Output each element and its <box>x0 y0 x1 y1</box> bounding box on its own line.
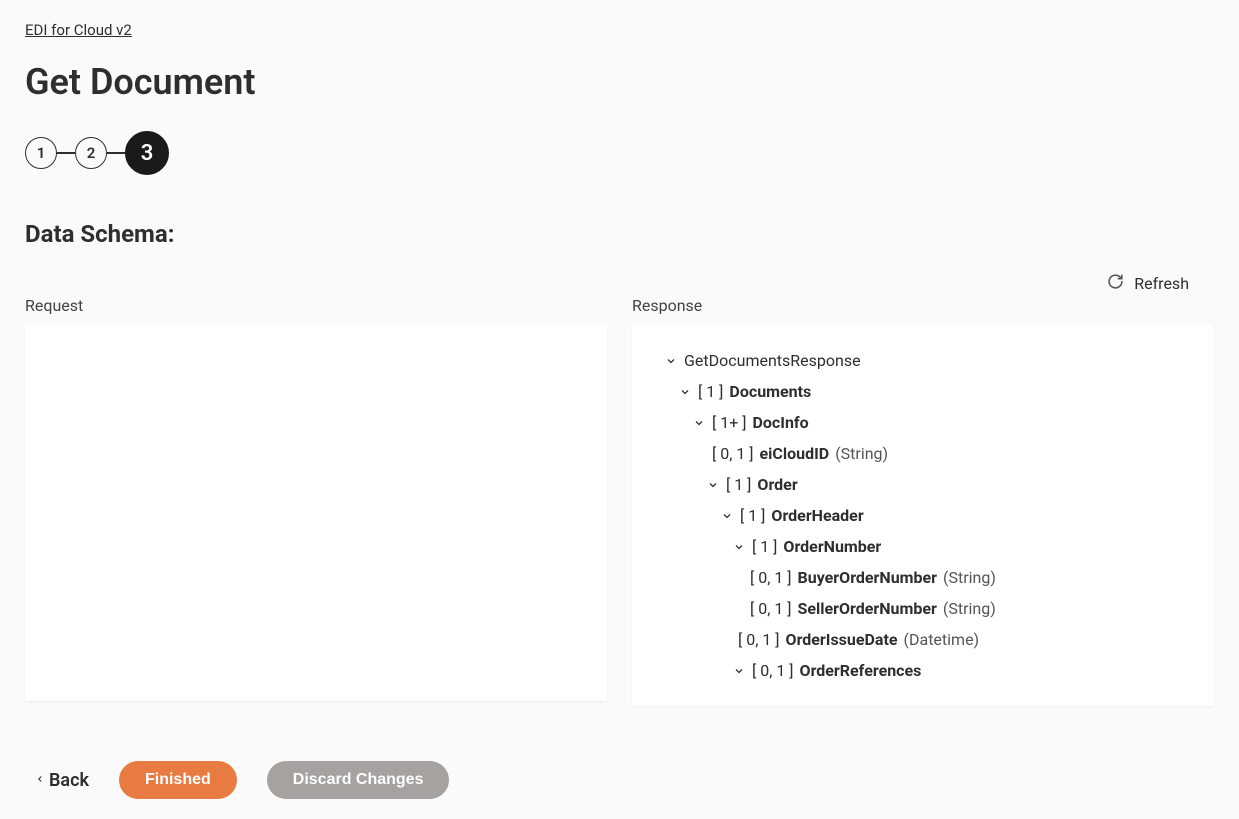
stepper: 1 2 3 <box>25 131 1214 175</box>
node-name: Order <box>757 475 797 494</box>
tree-leaf-eicloudid[interactable]: [ 0, 1 ] eiCloudID (String) <box>632 438 1214 469</box>
tree-node-docinfo[interactable]: [ 1+ ] DocInfo <box>632 407 1214 438</box>
request-panel <box>25 325 607 701</box>
chevron-down-icon <box>720 510 734 522</box>
node-type: (String) <box>835 444 888 463</box>
node-cardinality: [ 1 ] <box>726 475 751 494</box>
node-name: GetDocumentsResponse <box>684 351 861 370</box>
chevron-down-icon <box>732 541 746 553</box>
chevron-down-icon <box>692 417 706 429</box>
step-connector <box>107 152 125 154</box>
breadcrumb[interactable]: EDI for Cloud v2 <box>25 21 132 39</box>
step-connector <box>57 152 75 154</box>
chevron-down-icon <box>732 665 746 677</box>
step-1[interactable]: 1 <box>25 137 57 169</box>
tree-node-documents[interactable]: [ 1 ] Documents <box>632 376 1214 407</box>
node-name: SellerOrderNumber <box>798 599 937 618</box>
chevron-down-icon <box>664 355 678 367</box>
node-name: BuyerOrderNumber <box>798 568 937 587</box>
node-cardinality: [ 0, 1 ] <box>750 599 792 618</box>
node-name: OrderNumber <box>783 537 881 556</box>
discard-button[interactable]: Discard Changes <box>267 761 450 799</box>
step-2[interactable]: 2 <box>75 137 107 169</box>
tree-node-orderreferences[interactable]: [ 0, 1 ] OrderReferences <box>632 655 1214 686</box>
node-cardinality: [ 1 ] <box>752 537 777 556</box>
request-label: Request <box>25 296 607 315</box>
node-cardinality: [ 1+ ] <box>712 413 747 432</box>
chevron-down-icon <box>706 479 720 491</box>
node-cardinality: [ 0, 1 ] <box>752 661 794 680</box>
page-title: Get Document <box>25 61 1214 103</box>
chevron-down-icon <box>678 386 692 398</box>
chevron-left-icon <box>35 770 45 791</box>
node-name: OrderIssueDate <box>786 630 898 649</box>
refresh-button[interactable]: Refresh <box>1107 273 1189 294</box>
tree-node-root[interactable]: GetDocumentsResponse <box>632 345 1214 376</box>
tree-leaf-sellerorder[interactable]: [ 0, 1 ] SellerOrderNumber (String) <box>632 593 1214 624</box>
node-name: OrderHeader <box>771 506 863 525</box>
tree-node-order[interactable]: [ 1 ] Order <box>632 469 1214 500</box>
tree-leaf-orderissuedate[interactable]: [ 0, 1 ] OrderIssueDate (Datetime) <box>632 624 1214 655</box>
node-type: (String) <box>943 568 996 587</box>
node-cardinality: [ 1 ] <box>698 382 723 401</box>
node-cardinality: [ 0, 1 ] <box>738 630 780 649</box>
tree-node-orderheader[interactable]: [ 1 ] OrderHeader <box>632 500 1214 531</box>
section-title: Data Schema: <box>25 220 1214 248</box>
back-button[interactable]: Back <box>35 770 89 791</box>
node-cardinality: [ 1 ] <box>740 506 765 525</box>
node-name: eiCloudID <box>760 444 830 463</box>
refresh-icon <box>1107 273 1124 294</box>
node-cardinality: [ 0, 1 ] <box>712 444 754 463</box>
node-name: Documents <box>729 382 811 401</box>
node-cardinality: [ 0, 1 ] <box>750 568 792 587</box>
node-type: (String) <box>943 599 996 618</box>
back-label: Back <box>49 770 89 791</box>
response-label: Response <box>632 296 1214 315</box>
tree-node-ordernumber[interactable]: [ 1 ] OrderNumber <box>632 531 1214 562</box>
node-name: DocInfo <box>753 413 809 432</box>
step-3[interactable]: 3 <box>125 131 169 175</box>
node-type: (Datetime) <box>904 630 980 649</box>
response-panel: GetDocumentsResponse [ 1 ] Documents <box>632 325 1214 706</box>
tree-leaf-buyerorder[interactable]: [ 0, 1 ] BuyerOrderNumber (String) <box>632 562 1214 593</box>
node-name: OrderReferences <box>800 661 922 680</box>
refresh-label: Refresh <box>1134 274 1189 293</box>
finished-button[interactable]: Finished <box>119 761 237 799</box>
